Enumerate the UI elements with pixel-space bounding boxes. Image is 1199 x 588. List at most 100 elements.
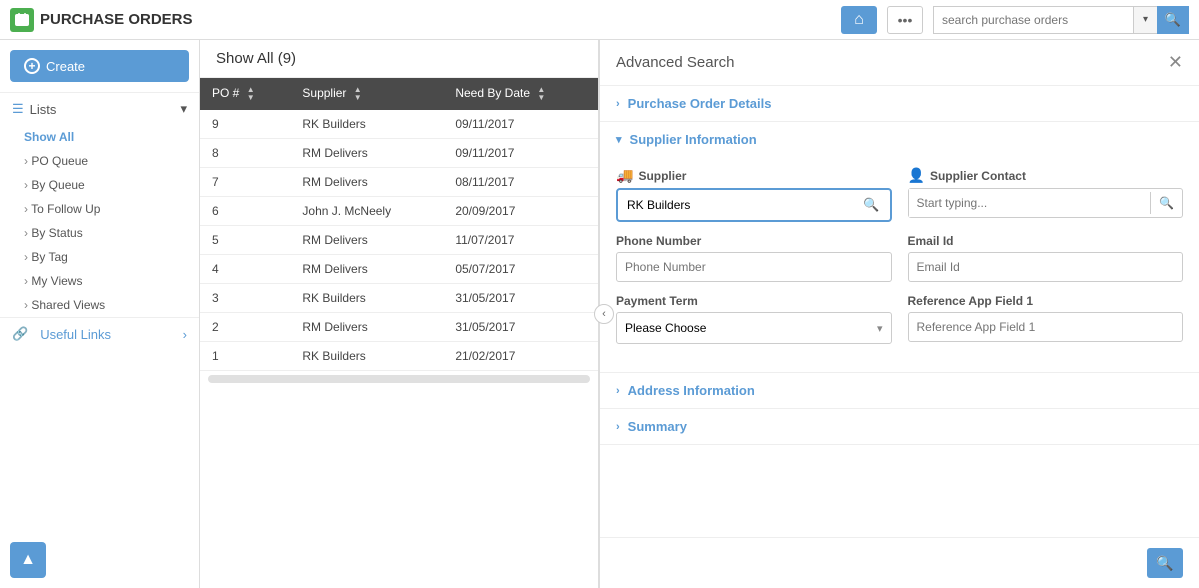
table-header: Show All (9) bbox=[200, 40, 598, 78]
cell-po-number: 3 bbox=[200, 284, 290, 313]
create-button[interactable]: + Create bbox=[10, 50, 189, 82]
table-scrollbar[interactable] bbox=[208, 375, 590, 383]
cell-date: 31/05/2017 bbox=[443, 313, 598, 342]
table-row[interactable]: 1 RK Builders 21/02/2017 bbox=[200, 342, 598, 371]
supplier-row-2: Phone Number Email Id bbox=[616, 234, 1183, 282]
reference-input[interactable] bbox=[908, 312, 1184, 342]
panel-collapse-button[interactable]: ‹ bbox=[594, 304, 614, 324]
dots-icon: ••• bbox=[898, 12, 913, 28]
sidebar-item-by-queue[interactable]: By Queue bbox=[0, 173, 199, 197]
phone-number-input[interactable] bbox=[616, 252, 892, 282]
sidebar-item-shared-views[interactable]: Shared Views bbox=[0, 293, 199, 317]
section-summary-header[interactable]: › Summary bbox=[600, 409, 1199, 444]
sort-arrows-po: ▲▼ bbox=[247, 86, 255, 102]
cell-po-number: 7 bbox=[200, 168, 290, 197]
cell-date: 20/09/2017 bbox=[443, 197, 598, 226]
supplier-input[interactable] bbox=[622, 195, 857, 215]
sidebar-item-to-follow-up[interactable]: To Follow Up bbox=[0, 197, 199, 221]
sidebar-item-po-queue[interactable]: PO Queue bbox=[0, 149, 199, 173]
chevron-down-icon: ▾ bbox=[616, 133, 622, 146]
cell-supplier: RM Delivers bbox=[290, 313, 443, 342]
section-po-details-header[interactable]: › Purchase Order Details bbox=[600, 86, 1199, 121]
supplier-search-button[interactable]: 🔍 bbox=[857, 194, 885, 216]
cell-supplier: RK Builders bbox=[290, 284, 443, 313]
sidebar: + Create ☰ Lists ▾ Show All PO Queue By … bbox=[0, 40, 200, 588]
chevron-right-icon: › bbox=[183, 327, 187, 342]
truck-icon: 🚚 bbox=[616, 167, 633, 184]
lists-icon: ☰ bbox=[12, 101, 24, 117]
home-icon: ⌂ bbox=[854, 11, 864, 29]
supplier-input-wrapper: 🔍 bbox=[616, 188, 892, 222]
cell-supplier: John J. McNeely bbox=[290, 197, 443, 226]
section-address-info: › Address Information bbox=[600, 373, 1199, 409]
section-supplier-info-label: Supplier Information bbox=[630, 132, 757, 147]
payment-term-select[interactable]: Please Choose bbox=[617, 313, 869, 343]
table-row[interactable]: 8 RM Delivers 09/11/2017 bbox=[200, 139, 598, 168]
app-title: PURCHASE ORDERS bbox=[40, 11, 193, 28]
cell-po-number: 4 bbox=[200, 255, 290, 284]
table-panel: Show All (9) PO # ▲▼ Supplier ▲▼ bbox=[200, 40, 599, 588]
section-po-details-label: Purchase Order Details bbox=[628, 96, 772, 111]
sidebar-useful-links[interactable]: 🔗 Useful Links › bbox=[0, 317, 199, 350]
email-id-field-group: Email Id bbox=[908, 234, 1184, 282]
chevron-right-icon: › bbox=[616, 421, 620, 433]
col-supplier[interactable]: Supplier ▲▼ bbox=[290, 78, 443, 110]
app-logo-icon bbox=[10, 8, 34, 32]
supplier-input-row: 🔍 bbox=[622, 194, 886, 216]
app-logo: PURCHASE ORDERS bbox=[10, 8, 193, 32]
advanced-search-close-button[interactable]: ✕ bbox=[1168, 52, 1183, 73]
table-row[interactable]: 5 RM Delivers 11/07/2017 bbox=[200, 226, 598, 255]
search-input[interactable] bbox=[933, 6, 1133, 34]
main-layout: + Create ☰ Lists ▾ Show All PO Queue By … bbox=[0, 40, 1199, 588]
cell-date: 08/11/2017 bbox=[443, 168, 598, 197]
section-address-info-label: Address Information bbox=[628, 383, 755, 398]
search-dropdown-button[interactable]: ▾ bbox=[1133, 6, 1157, 34]
sidebar-item-show-all[interactable]: Show All bbox=[0, 125, 199, 149]
cell-po-number: 9 bbox=[200, 110, 290, 139]
phone-number-label: Phone Number bbox=[616, 234, 892, 248]
sidebar-lists-header[interactable]: ☰ Lists ▾ bbox=[0, 93, 199, 125]
table-row[interactable]: 2 RM Delivers 31/05/2017 bbox=[200, 313, 598, 342]
supplier-contact-field-group: 👤 Supplier Contact 🔍 bbox=[908, 167, 1184, 222]
cell-date: 21/02/2017 bbox=[443, 342, 598, 371]
table-row[interactable]: 3 RK Builders 31/05/2017 bbox=[200, 284, 598, 313]
search-submit-button[interactable]: 🔍 bbox=[1157, 6, 1189, 34]
col-po-number[interactable]: PO # ▲▼ bbox=[200, 78, 290, 110]
table-row[interactable]: 9 RK Builders 09/11/2017 bbox=[200, 110, 598, 139]
table-row[interactable]: 7 RM Delivers 08/11/2017 bbox=[200, 168, 598, 197]
email-id-input[interactable] bbox=[908, 252, 1184, 282]
search-icon: 🔍 bbox=[1159, 196, 1174, 210]
section-address-info-header[interactable]: › Address Information bbox=[600, 373, 1199, 408]
section-summary-label: Summary bbox=[628, 419, 687, 434]
create-label: Create bbox=[46, 59, 85, 74]
po-table: PO # ▲▼ Supplier ▲▼ Need By Date ▲▼ bbox=[200, 78, 598, 371]
plus-circle-icon: + bbox=[24, 58, 40, 74]
supplier-label: 🚚 Supplier bbox=[616, 167, 892, 184]
cell-date: 09/11/2017 bbox=[443, 139, 598, 168]
section-po-details: › Purchase Order Details bbox=[600, 86, 1199, 122]
advanced-search-footer: 🔍 bbox=[600, 537, 1199, 588]
sidebar-item-by-status[interactable]: By Status bbox=[0, 221, 199, 245]
section-supplier-info-header[interactable]: ▾ Supplier Information bbox=[600, 122, 1199, 157]
supplier-contact-input[interactable] bbox=[909, 189, 1151, 217]
cell-supplier: RK Builders bbox=[290, 110, 443, 139]
cell-po-number: 5 bbox=[200, 226, 290, 255]
more-options-button[interactable]: ••• bbox=[887, 6, 923, 34]
col-need-by-date[interactable]: Need By Date ▲▼ bbox=[443, 78, 598, 110]
supplier-contact-search-button[interactable]: 🔍 bbox=[1150, 192, 1182, 214]
up-arrow-icon: ▲ bbox=[20, 551, 36, 569]
chevron-left-icon: ‹ bbox=[602, 308, 606, 320]
advanced-search-title: Advanced Search bbox=[616, 54, 734, 71]
sidebar-item-my-views[interactable]: My Views bbox=[0, 269, 199, 293]
supplier-field-group: 🚚 Supplier 🔍 bbox=[616, 167, 892, 222]
cell-supplier: RM Delivers bbox=[290, 226, 443, 255]
cell-po-number: 8 bbox=[200, 139, 290, 168]
supplier-contact-input-wrapper: 🔍 bbox=[908, 188, 1184, 218]
sidebar-item-by-tag[interactable]: By Tag bbox=[0, 245, 199, 269]
close-icon: ✕ bbox=[1168, 52, 1183, 72]
table-row[interactable]: 6 John J. McNeely 20/09/2017 bbox=[200, 197, 598, 226]
table-row[interactable]: 4 RM Delivers 05/07/2017 bbox=[200, 255, 598, 284]
scroll-top-button[interactable]: ▲ bbox=[10, 542, 46, 578]
footer-search-button[interactable]: 🔍 bbox=[1147, 548, 1183, 578]
home-button[interactable]: ⌂ bbox=[841, 6, 877, 34]
